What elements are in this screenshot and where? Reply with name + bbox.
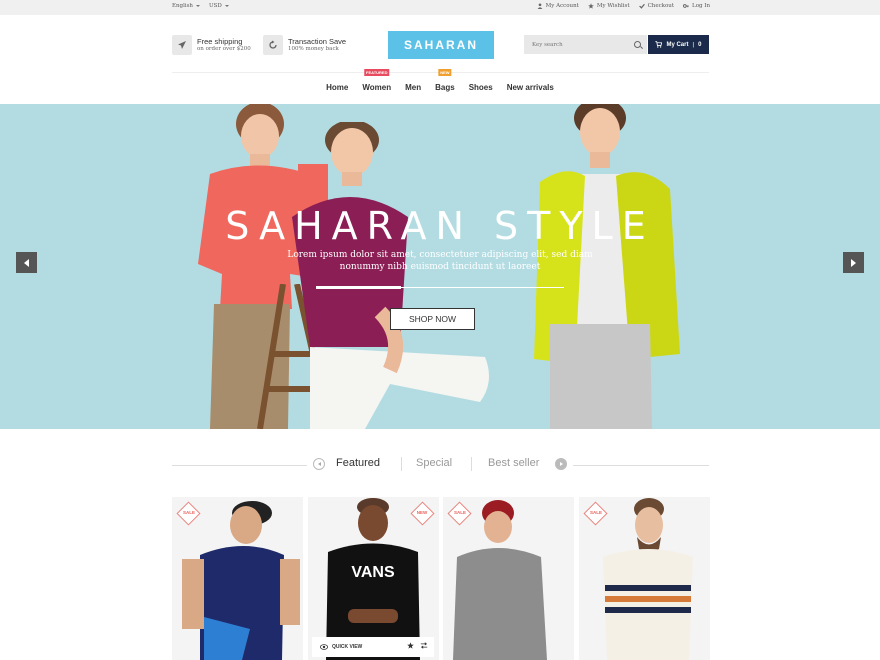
- compare-icon[interactable]: [420, 642, 428, 649]
- sale-badge: SALE: [182, 510, 195, 515]
- feature-subtitle: 100% money back: [288, 46, 339, 52]
- nav-item-home[interactable]: Home: [319, 78, 355, 100]
- hero-divider-accent: [316, 286, 401, 289]
- shop-now-button[interactable]: SHOP NOW: [390, 308, 475, 330]
- hero-slider: SAHARAN STYLE Lorem ipsum dolor sit amet…: [0, 104, 880, 429]
- key-icon: [683, 4, 689, 8]
- product-card[interactable]: SALE: [443, 497, 574, 660]
- user-icon: [537, 3, 543, 9]
- currency-select[interactable]: USD: [209, 3, 229, 9]
- feature-subtitle: on order over $200: [197, 46, 251, 52]
- tab-featured[interactable]: Featured: [336, 457, 380, 469]
- chevron-down-icon: [224, 4, 229, 7]
- transaction-save-feature: Transaction Save 100% money back: [263, 35, 346, 55]
- star-icon: [588, 3, 594, 9]
- plane-icon: [172, 35, 192, 55]
- tab-special[interactable]: Special: [416, 457, 452, 469]
- my-wishlist-link[interactable]: My Wishlist: [588, 3, 630, 9]
- tabs-prev-button[interactable]: [313, 458, 325, 470]
- sale-badge: SALE: [453, 510, 466, 515]
- search-box: [524, 35, 647, 54]
- product-card[interactable]: VANS NEW QUICK VIEW: [308, 497, 439, 660]
- sale-badge: SALE: [589, 510, 602, 515]
- cart-count: 0: [698, 41, 702, 48]
- nav-item-new-arrivals[interactable]: New arrivals: [500, 78, 561, 100]
- featured-badge: FEATURED: [364, 69, 390, 76]
- hero-title: SAHARAN STYLE: [225, 204, 655, 248]
- cart-divider: |: [692, 41, 695, 48]
- slider-next-button[interactable]: [843, 252, 864, 273]
- free-shipping-feature: Free shipping on order over $200: [172, 35, 251, 55]
- cart-button[interactable]: My Cart | 0: [648, 35, 709, 54]
- tabs-divider-right: [573, 465, 709, 466]
- checkout-link[interactable]: Checkout: [638, 3, 674, 9]
- tabs-next-button[interactable]: [555, 458, 567, 470]
- header: Free shipping on order over $200 Transac…: [0, 15, 880, 72]
- search-icon[interactable]: [634, 41, 641, 48]
- chevron-down-icon: [195, 4, 200, 7]
- site-logo[interactable]: SAHARAN: [388, 31, 494, 59]
- cart-label: My Cart: [666, 41, 689, 48]
- model-center-image: [292, 122, 489, 429]
- chevron-left-icon: [24, 258, 29, 267]
- top-bar: English USD My Account My Wishlist Check…: [0, 0, 880, 15]
- slider-prev-button[interactable]: [16, 252, 37, 273]
- tab-best-seller[interactable]: Best seller: [488, 457, 539, 469]
- refresh-icon: [263, 35, 283, 55]
- feature-title: Transaction Save: [288, 37, 347, 46]
- my-account-link[interactable]: My Account: [537, 3, 579, 9]
- tabs-divider-left: [172, 465, 307, 466]
- login-link[interactable]: Log In: [683, 3, 710, 9]
- tab-separator: [471, 457, 472, 471]
- new-badge: NEW: [416, 510, 428, 515]
- search-input[interactable]: [524, 35, 628, 54]
- tab-separator: [401, 457, 402, 471]
- nav-item-women[interactable]: FEATURED Women: [355, 69, 398, 100]
- chevron-left-icon: [317, 462, 321, 466]
- vans-logo-text: VANS: [351, 564, 395, 581]
- new-badge: NEW: [438, 69, 452, 76]
- feature-title: Free shipping: [197, 37, 243, 46]
- product-card[interactable]: SALE: [172, 497, 303, 660]
- nav-item-shoes[interactable]: Shoes: [462, 78, 500, 100]
- eye-icon: [320, 644, 328, 650]
- main-nav: Home FEATURED Women Men NEW Bags Shoes New…: [0, 69, 880, 100]
- language-select[interactable]: English: [172, 3, 200, 9]
- quick-view-button[interactable]: QUICK VIEW: [332, 644, 362, 650]
- check-icon: [638, 3, 645, 9]
- nav-item-men[interactable]: Men: [398, 78, 428, 100]
- hero-subtitle: Lorem ipsum dolor sit amet, consectetuer…: [287, 250, 593, 272]
- account-links: My Account My Wishlist Checkout Log In: [537, 3, 710, 9]
- quick-view-bar: QUICK VIEW: [312, 637, 434, 657]
- star-icon[interactable]: [407, 642, 414, 649]
- cart-icon: [655, 41, 663, 48]
- chevron-right-icon: [559, 462, 563, 466]
- chevron-right-icon: [851, 258, 856, 267]
- product-card[interactable]: SALE: [579, 497, 710, 660]
- nav-item-bags[interactable]: NEW Bags: [428, 69, 462, 100]
